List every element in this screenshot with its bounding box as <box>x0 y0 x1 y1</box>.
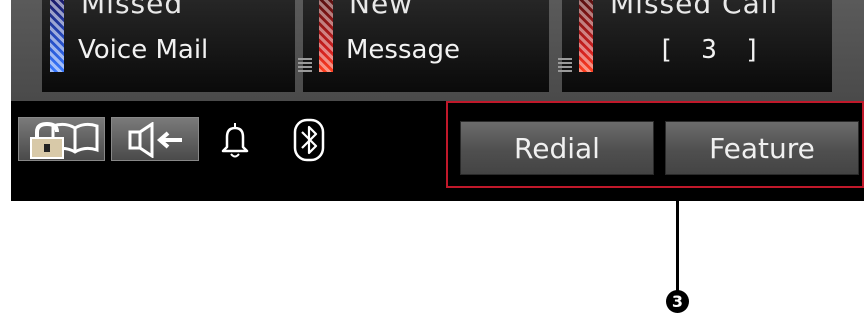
message-tile[interactable]: New Message <box>298 0 549 92</box>
message-label: Message <box>346 35 460 65</box>
voice-mail-tile[interactable]: Missed Voice Mail <box>42 0 295 92</box>
unlocked-directory-icon <box>23 120 103 164</box>
message-top-text: New <box>349 0 414 20</box>
stripe-red-indicator <box>319 0 333 72</box>
missed-call-count: [ 3 ] <box>658 35 767 65</box>
status-panel: Missed Voice Mail New Message Missed Cal… <box>11 0 864 101</box>
speaker-button[interactable] <box>111 117 199 161</box>
bluetooth-icon <box>292 117 326 167</box>
speaker-mute-icon <box>124 121 188 162</box>
directory-lock-button[interactable] <box>18 117 105 161</box>
softkey-highlight-frame <box>446 101 864 188</box>
stripe-blue-indicator <box>50 0 64 72</box>
voice-mail-top-text: Missed <box>81 0 184 20</box>
callout-leader-line <box>676 188 679 291</box>
stripe-red-indicator <box>579 0 593 72</box>
level-bars-icon <box>298 58 312 72</box>
level-bars-icon <box>558 58 572 72</box>
missed-call-top-text: Missed Call <box>610 0 779 20</box>
voice-mail-label: Voice Mail <box>78 35 209 65</box>
ringer-button[interactable] <box>211 117 259 161</box>
bell-icon <box>217 121 253 163</box>
missed-call-tile[interactable]: Missed Call [ 3 ] <box>558 0 832 92</box>
bluetooth-button[interactable] <box>281 117 351 162</box>
callout-badge: 3 <box>666 290 689 313</box>
